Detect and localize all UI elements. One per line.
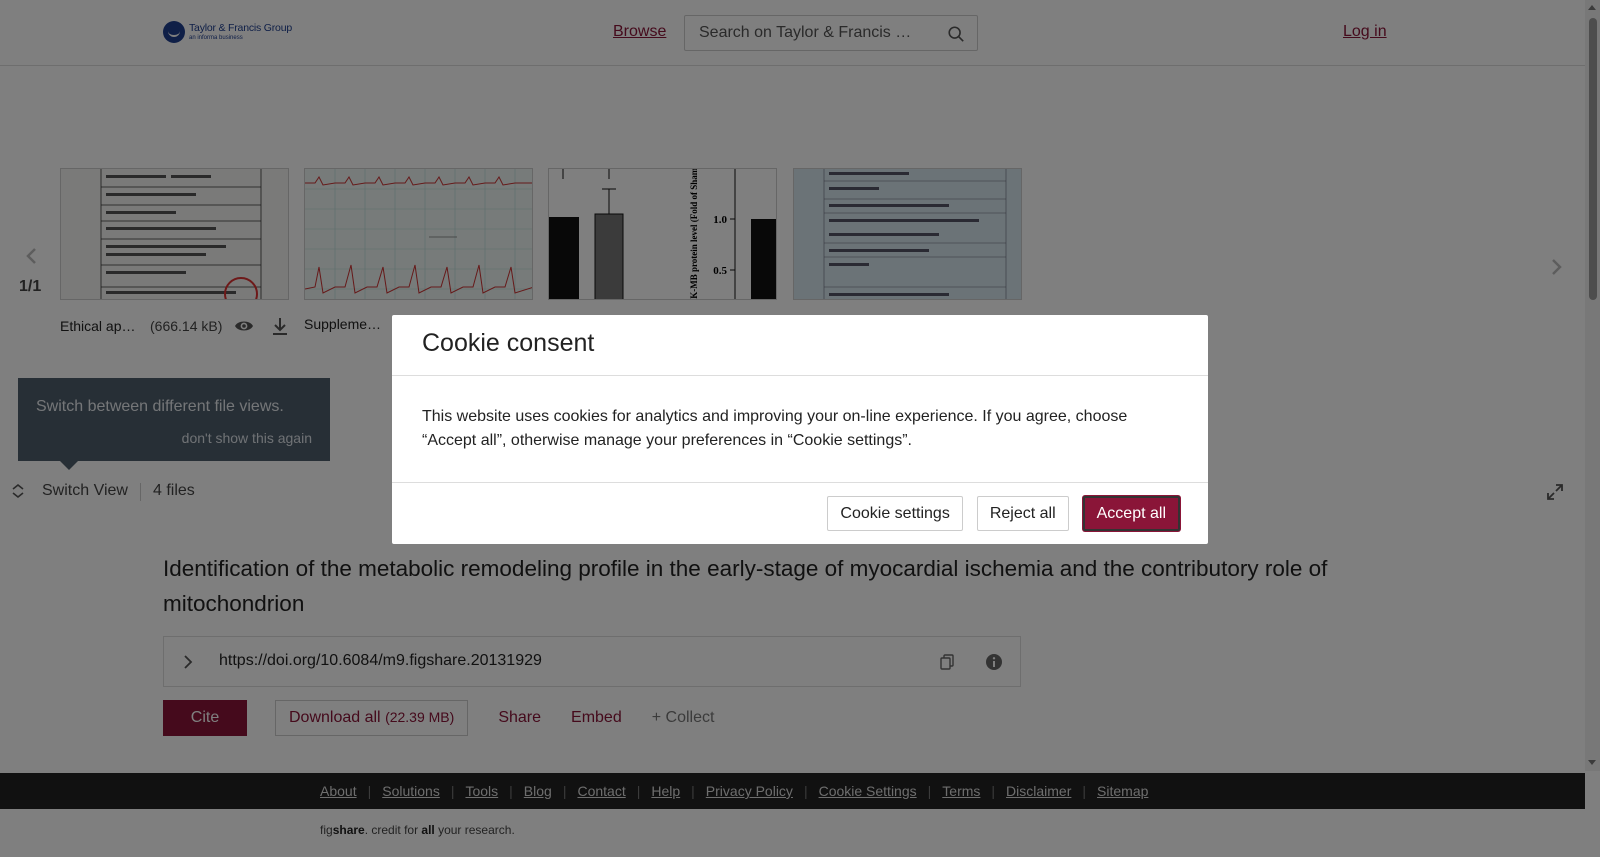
dialog-divider — [392, 375, 1208, 376]
cookie-dialog-title: Cookie consent — [422, 329, 595, 357]
accept-all-button[interactable]: Accept all — [1082, 496, 1180, 531]
cookie-dialog-message: This website uses cookies for analytics … — [422, 408, 1128, 449]
cookie-settings-button[interactable]: Cookie settings — [827, 496, 963, 531]
dialog-divider — [392, 482, 1208, 483]
cookie-dialog-actions: Cookie settings Reject all Accept all — [827, 496, 1180, 531]
cookie-consent-dialog: Cookie consent This website uses cookies… — [392, 315, 1208, 544]
reject-all-button[interactable]: Reject all — [976, 496, 1069, 531]
